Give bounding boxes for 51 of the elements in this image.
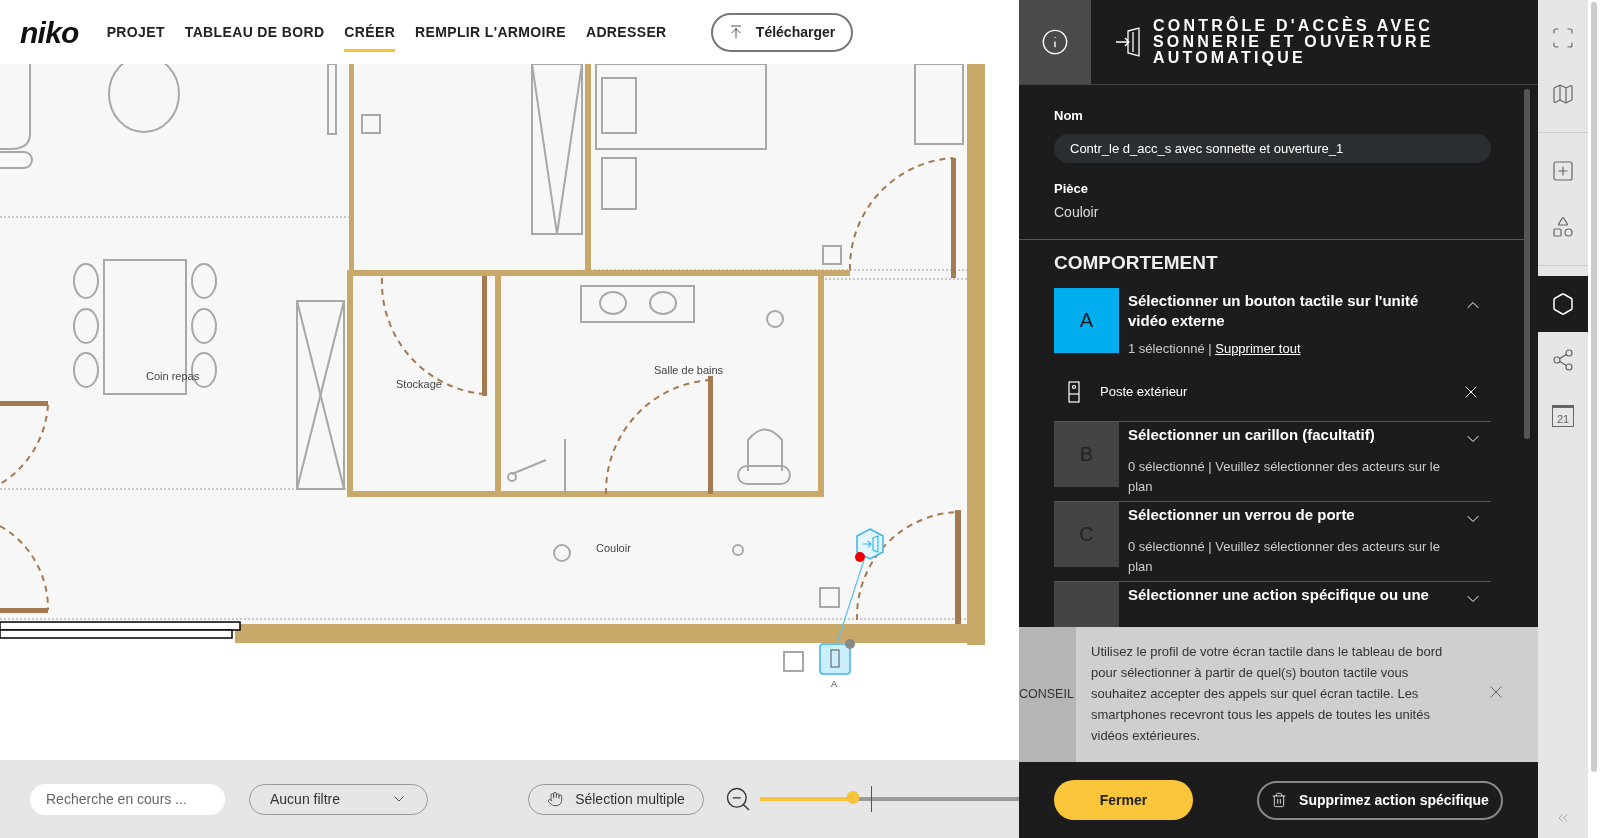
shapes-icon xyxy=(1551,215,1575,239)
search-field[interactable]: Recherche en cours ... xyxy=(30,783,225,815)
remove-all-link[interactable]: Supprimer tout xyxy=(1215,340,1301,356)
toolbar-button[interactable] xyxy=(1538,276,1588,332)
tip-label: CONSEIL xyxy=(1019,686,1074,704)
step-title: Sélectionner un verrou de porte xyxy=(1128,504,1356,525)
delete-action-button[interactable]: Supprimez action spécifique xyxy=(1257,780,1503,820)
intercom-icon xyxy=(1068,380,1080,403)
add-icon xyxy=(1551,159,1575,183)
hand-icon xyxy=(547,791,564,807)
nav-tab[interactable]: CRÉER xyxy=(344,12,396,52)
selected-device: Poste extérieur xyxy=(1100,382,1189,401)
room-value: Couloir xyxy=(1054,203,1100,222)
nav-tab[interactable]: ADRESSER xyxy=(585,12,667,52)
panel-title: CONTRÔLE D'ACCÈS AVEC SONNERIE ET OUVERTURE AUTOMATIQUE xyxy=(1153,18,1435,66)
step-title: Sélectionner un bouton tactile sur l'unité vidéo externe xyxy=(1128,290,1420,331)
door-entry-icon xyxy=(1115,27,1141,57)
map-icon xyxy=(1551,82,1575,106)
device-label: A xyxy=(831,678,837,691)
step-title: Sélectionner une action spécifique ou une xyxy=(1128,584,1430,605)
network-icon xyxy=(1551,348,1575,372)
device-hexagon-icon[interactable] xyxy=(855,528,885,563)
nav-tab[interactable]: PROJET xyxy=(106,12,165,52)
upload-button[interactable]: Télécharger xyxy=(710,12,853,52)
zoom-out-icon[interactable] xyxy=(724,785,752,813)
calendar-icon: 21 xyxy=(1552,405,1574,427)
room-label: Salle de bains xyxy=(654,363,724,378)
room-label: Stockage xyxy=(396,377,442,392)
room-label: Pièce xyxy=(1054,179,1089,198)
name-field[interactable]: Contr_le d_acc_s avec sonnette et ouverture_1 xyxy=(1054,133,1491,163)
zoom-slider[interactable] xyxy=(760,785,1019,813)
step-status: 0 sélectionné | Veuillez sélectionner des acteurs sur le plan xyxy=(1128,458,1440,494)
tip-text: Utilisez le profil de votre écran tactile dans le tableau de bord pour sélectionner à partir de quel(s) bouton tactile vous souhaitez accepter des appels sur quel écran tactile. Les smartphones recevront tous les appels de toutes les unités vidéos extérieures. xyxy=(1090,643,1444,745)
toolbar-button[interactable]: 21 xyxy=(1538,388,1588,444)
section-heading: COMPORTEMENT xyxy=(1054,251,1219,275)
step-letter-tile: A xyxy=(1054,287,1119,353)
room-label: Coin repas xyxy=(146,369,200,384)
name-label: Nom xyxy=(1054,107,1084,125)
trash-icon xyxy=(1271,792,1288,808)
info-icon xyxy=(1041,28,1069,56)
nav-tab[interactable]: REMPLIR L'ARMOIRE xyxy=(415,12,566,52)
step-status: 0 sélectionné | Veuillez sélectionner des acteurs sur le plan xyxy=(1128,538,1440,574)
nav-tab[interactable]: TABLEAU DE BORD xyxy=(184,12,325,52)
intercom-device-icon[interactable] xyxy=(819,638,856,675)
close-button[interactable]: Fermer xyxy=(1054,780,1193,820)
step-title: Sélectionner un carillon (facultatif) xyxy=(1128,424,1376,445)
step-status: 1 sélectionné | xyxy=(1128,340,1212,356)
info-tab[interactable] xyxy=(1019,0,1091,84)
room-label: Couloir xyxy=(596,541,631,556)
logo[interactable]: niko xyxy=(20,9,79,55)
fullscreen-icon xyxy=(1551,26,1575,50)
